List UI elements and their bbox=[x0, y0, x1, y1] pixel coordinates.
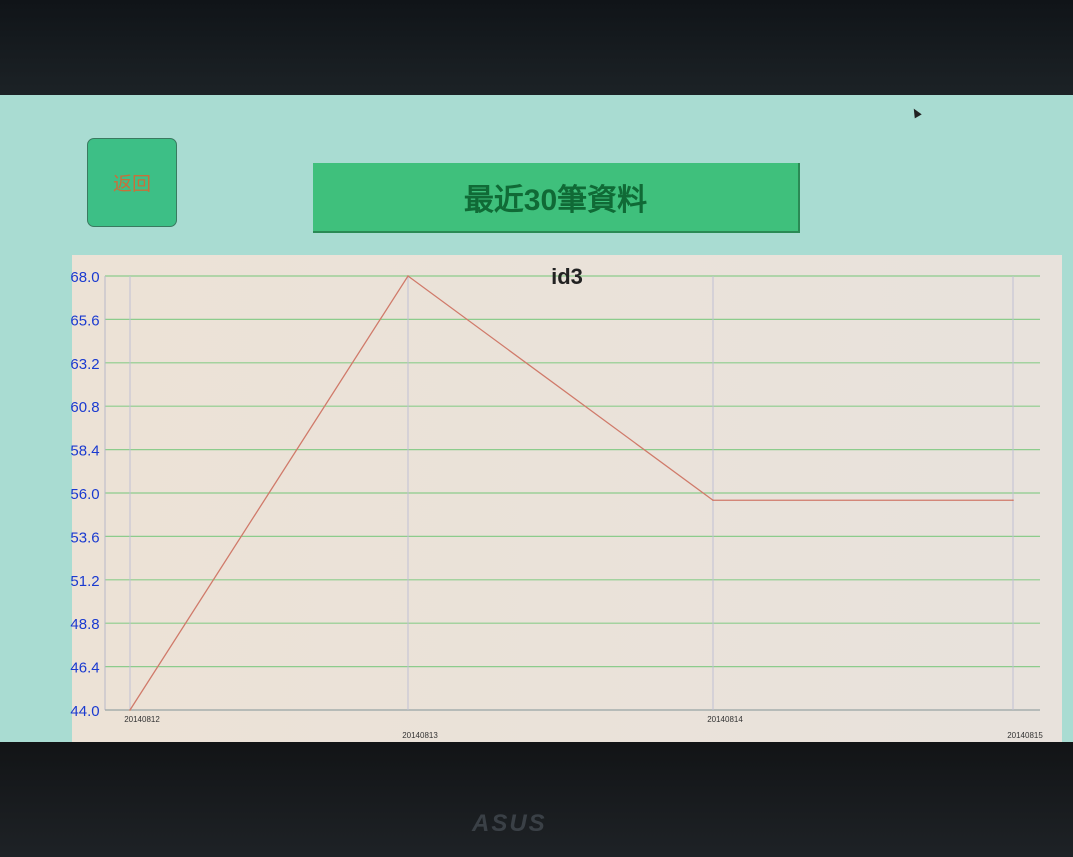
y-tick-label: 68.0 bbox=[70, 269, 99, 286]
y-tick-label: 44.0 bbox=[70, 703, 99, 720]
x-tick-label: 20140814 bbox=[707, 715, 743, 724]
y-tick-label: 56.0 bbox=[70, 486, 99, 503]
data-point bbox=[129, 709, 131, 711]
y-tick-label: 60.8 bbox=[70, 399, 99, 416]
data-point bbox=[712, 499, 714, 502]
y-tick-label: 48.8 bbox=[70, 616, 99, 633]
y-tick-label: 46.4 bbox=[70, 660, 99, 677]
y-tick-label: 53.6 bbox=[70, 529, 99, 546]
x-tick-label: 20140813 bbox=[402, 731, 438, 740]
y-tick-label: 63.2 bbox=[70, 356, 99, 373]
x-tick-label: 20140815 bbox=[1007, 731, 1043, 740]
y-tick-label: 65.6 bbox=[70, 312, 99, 329]
chart-title: id3 bbox=[551, 264, 583, 289]
y-tick-label: 51.2 bbox=[70, 573, 99, 590]
data-point bbox=[407, 275, 409, 277]
x-tick-label: 20140812 bbox=[124, 715, 160, 724]
monitor-bezel-bottom bbox=[0, 742, 1073, 857]
y-tick-label: 58.4 bbox=[70, 443, 99, 460]
brand-logo: ASUS bbox=[472, 810, 547, 837]
data-point bbox=[1012, 499, 1014, 502]
line-chart: 68.0 65.6 63.2 60.8 58.4 56.0 53.6 51.2 48.8 46.4… bbox=[70, 264, 1043, 740]
